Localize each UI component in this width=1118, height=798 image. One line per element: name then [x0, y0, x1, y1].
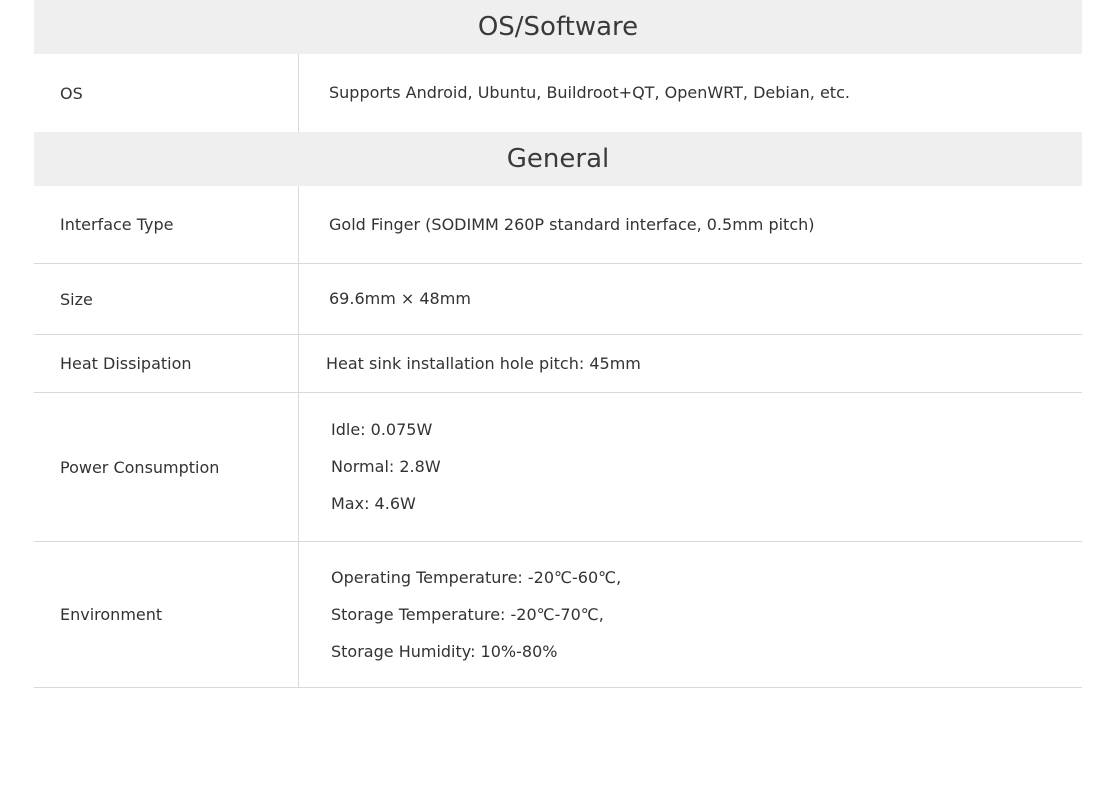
spec-value-line: Gold Finger (SODIMM 260P standard interf… [329, 214, 815, 234]
spec-row-environment: Environment Operating Temperature: -20℃-… [34, 542, 1082, 688]
spec-value: 69.6mm × 48mm [299, 264, 1082, 334]
section-header-os-software: OS/Software [34, 0, 1082, 54]
spec-row-size: Size 69.6mm × 48mm [34, 264, 1082, 335]
section-header-general: General [34, 132, 1082, 186]
spec-label: OS [34, 54, 299, 132]
spec-value: Supports Android, Ubuntu, Buildroot+QT, … [299, 54, 1082, 132]
spec-value-line: Storage Humidity: 10%-80% [331, 641, 558, 661]
spec-value-line: Storage Temperature: -20℃-70℃, [331, 604, 604, 624]
spec-value-line: Max: 4.6W [331, 494, 416, 513]
spec-value: Idle: 0.075W Normal: 2.8W Max: 4.6W [299, 393, 1082, 541]
spec-label: Size [34, 264, 299, 334]
spec-row-heat-dissipation: Heat Dissipation Heat sink installation … [34, 335, 1082, 393]
spec-value-line: Operating Temperature: -20℃-60℃, [331, 567, 622, 587]
spec-row-interface-type: Interface Type Gold Finger (SODIMM 260P … [34, 186, 1082, 264]
spec-value-line: Supports Android, Ubuntu, Buildroot+QT, … [329, 83, 850, 102]
spec-row-power-consumption: Power Consumption Idle: 0.075W Normal: 2… [34, 393, 1082, 542]
spec-value: Gold Finger (SODIMM 260P standard interf… [299, 186, 1082, 263]
spec-value-line: Heat sink installation hole pitch: 45mm [326, 353, 641, 373]
spec-table: OS/Software OS Supports Android, Ubuntu,… [34, 0, 1082, 688]
section-title: OS/Software [477, 12, 639, 42]
section-title: General [506, 144, 610, 174]
spec-row-os: OS Supports Android, Ubuntu, Buildroot+Q… [34, 54, 1082, 132]
spec-value: Operating Temperature: -20℃-60℃, Storage… [299, 542, 1082, 687]
spec-label: Power Consumption [34, 393, 299, 541]
spec-label: Interface Type [34, 186, 299, 263]
spec-value: Heat sink installation hole pitch: 45mm [299, 335, 1082, 392]
spec-label: Heat Dissipation [34, 335, 299, 392]
spec-value-line: Idle: 0.075W [331, 420, 433, 439]
spec-label: Environment [34, 542, 299, 687]
spec-value-line: 69.6mm × 48mm [329, 289, 471, 308]
spec-value-line: Normal: 2.8W [331, 457, 441, 476]
